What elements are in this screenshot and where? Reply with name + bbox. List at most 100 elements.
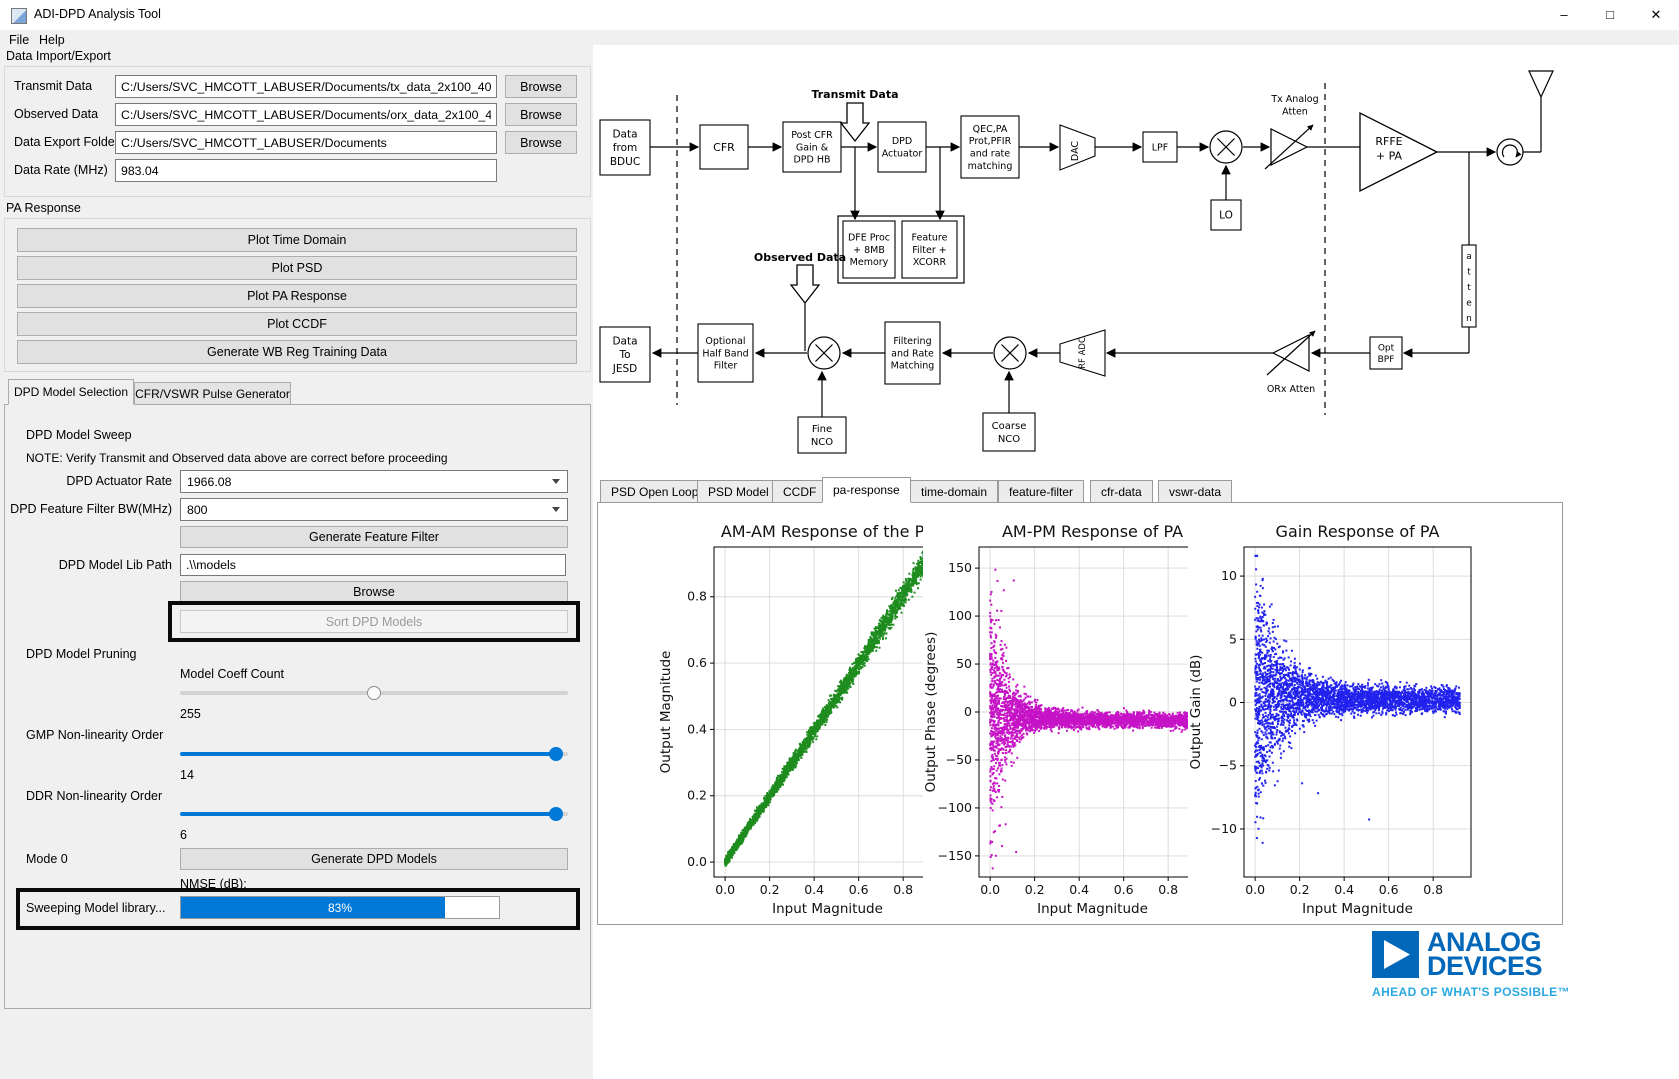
minimize-button[interactable]: – bbox=[1541, 0, 1587, 30]
generate-dpd-models-button[interactable]: Generate DPD Models bbox=[180, 848, 568, 870]
lib-path-browse-button[interactable]: Browse bbox=[180, 581, 568, 603]
tx-atten-amp-icon bbox=[1265, 125, 1313, 169]
tab-ccdf[interactable]: CCDF bbox=[772, 480, 827, 503]
svg-text:RFFE: RFFE bbox=[1375, 135, 1402, 148]
svg-text:Prot,PFIR: Prot,PFIR bbox=[969, 136, 1012, 147]
feature-filter-xcorr-box: FeatureFilter +XCORR bbox=[902, 221, 957, 278]
tab-feature-filter[interactable]: feature-filter bbox=[998, 480, 1084, 503]
tab-psd-open-loop[interactable]: PSD Open Loop bbox=[600, 480, 709, 503]
rffe-pa-label: RFFE+ PA bbox=[1375, 135, 1402, 162]
svg-text:DAC: DAC bbox=[1070, 141, 1081, 161]
transmit-data-input[interactable] bbox=[115, 75, 497, 98]
transmit-browse-button[interactable]: Browse bbox=[505, 75, 577, 98]
ddr-order-slider[interactable] bbox=[180, 806, 568, 822]
data-rate-input[interactable] bbox=[115, 159, 497, 182]
lpf-box: LPF bbox=[1143, 132, 1177, 162]
svg-text:DPD: DPD bbox=[892, 136, 912, 147]
svg-text:Gain &: Gain & bbox=[796, 142, 829, 153]
tab-time-domain[interactable]: time-domain bbox=[910, 480, 998, 503]
slider-thumb[interactable] bbox=[549, 747, 563, 761]
dfe-proc-memory-box: DFE Proc+ 8MBMemory bbox=[843, 221, 895, 278]
post-cfr-gain-dpd-hb-box: Post CFRGain &DPD HB bbox=[783, 122, 841, 172]
tx-analog-atten-label: Tx AnalogAtten bbox=[1270, 94, 1318, 117]
slider-fill bbox=[180, 752, 556, 756]
qec-pa-prot-box: QEC,PAProt,PFIRand ratematching bbox=[961, 116, 1019, 178]
actuator-rate-label: DPD Actuator Rate bbox=[8, 474, 172, 488]
plot-ccdf-button[interactable]: Plot CCDF bbox=[17, 312, 577, 336]
cfr-box: CFR bbox=[700, 125, 748, 169]
tab-psd-model[interactable]: PSD Model bbox=[697, 480, 780, 503]
filtering-rate-matching-box: Filteringand RateMatching bbox=[885, 322, 940, 384]
svg-text:JESD: JESD bbox=[612, 363, 637, 375]
rf-adc-label: RF ADC bbox=[1078, 337, 1088, 369]
dpd-feature-filter-bw-select[interactable]: 800 bbox=[180, 498, 568, 521]
svg-text:a: a bbox=[1466, 252, 1472, 262]
dpd-actuator-rate-select[interactable]: 1966.08 bbox=[180, 470, 568, 493]
dpd-model-sweep-title: DPD Model Sweep bbox=[26, 428, 132, 442]
tab-dpd-model-selection[interactable]: DPD Model Selection bbox=[8, 379, 134, 405]
app-window: ADI-DPD Analysis Tool – □ ✕ File Help Da… bbox=[0, 0, 1679, 1079]
coarse-nco-box: CoarseNCO bbox=[983, 413, 1035, 451]
observed-data-arrow bbox=[791, 265, 819, 303]
transmit-data-arrow bbox=[841, 103, 869, 141]
generate-wb-reg-training-button[interactable]: Generate WB Reg Training Data bbox=[17, 340, 577, 364]
sweep-status-label: Sweeping Model library... bbox=[26, 901, 165, 915]
svg-text:Observed Data: Observed Data bbox=[754, 251, 846, 264]
model-coeff-count-slider[interactable] bbox=[180, 685, 568, 701]
orx-atten-label: ORx Atten bbox=[1267, 384, 1315, 395]
svg-text:Filter: Filter bbox=[714, 361, 738, 372]
svg-text:n: n bbox=[1466, 314, 1472, 324]
export-folder-browse-button[interactable]: Browse bbox=[505, 131, 577, 154]
tab-vswr-data[interactable]: vswr-data bbox=[1158, 480, 1232, 503]
chevron-down-icon bbox=[552, 479, 560, 484]
svg-text:Matching: Matching bbox=[891, 361, 935, 372]
svg-text:Opt: Opt bbox=[1378, 343, 1395, 353]
svg-text:Transmit Data: Transmit Data bbox=[811, 88, 898, 101]
logo-tagline: AHEAD OF WHAT'S POSSIBLE™ bbox=[1372, 985, 1582, 999]
slider-thumb[interactable] bbox=[549, 807, 563, 821]
lo-box: LO bbox=[1211, 200, 1241, 230]
svg-text:Data: Data bbox=[612, 129, 637, 141]
tx-mixer-icon bbox=[1210, 131, 1242, 163]
svg-text:+ PA: + PA bbox=[1376, 149, 1403, 162]
circulator-icon bbox=[1497, 139, 1523, 165]
plot-pa-response-button[interactable]: Plot PA Response bbox=[17, 284, 577, 308]
sort-dpd-models-button[interactable]: Sort DPD Models bbox=[180, 610, 568, 633]
menu-file[interactable]: File bbox=[4, 32, 34, 48]
plot-psd-button[interactable]: Plot PSD bbox=[17, 256, 577, 280]
menu-help[interactable]: Help bbox=[34, 32, 70, 48]
tab-pa-response[interactable]: pa-response bbox=[822, 477, 911, 503]
observed-browse-button[interactable]: Browse bbox=[505, 103, 577, 126]
tab-cfr-data[interactable]: cfr-data bbox=[1090, 480, 1153, 503]
slider-thumb[interactable] bbox=[367, 686, 381, 700]
svg-text:Half Band: Half Band bbox=[702, 348, 748, 359]
tab-cfr-vswr-pulse-generator[interactable]: CFR/VSWR Pulse Generator bbox=[134, 382, 291, 405]
dpd-actuator-box: DPDActuator bbox=[878, 122, 926, 172]
svg-text:from: from bbox=[613, 142, 637, 154]
data-import-caption: Data Import/Export bbox=[6, 49, 111, 63]
slider-fill bbox=[180, 812, 556, 816]
coeff-count-value: 255 bbox=[180, 707, 201, 721]
lib-path-label: DPD Model Lib Path bbox=[8, 558, 172, 572]
observed-data-input[interactable] bbox=[115, 103, 497, 126]
svg-text:Feature: Feature bbox=[912, 232, 948, 243]
close-button[interactable]: ✕ bbox=[1633, 0, 1679, 30]
adi-triangle-icon bbox=[1372, 931, 1419, 978]
svg-text:RF ADC: RF ADC bbox=[1078, 337, 1088, 369]
am-am-response-chart bbox=[658, 521, 948, 919]
maximize-button[interactable]: □ bbox=[1587, 0, 1633, 30]
svg-text:Tx Analog: Tx Analog bbox=[1270, 94, 1318, 105]
svg-text:matching: matching bbox=[968, 161, 1013, 172]
opt-bpf-box: OptBPF bbox=[1370, 337, 1402, 369]
orx-atten-amp-icon bbox=[1267, 331, 1315, 375]
transmit-data-label: Transmit Data bbox=[14, 79, 92, 93]
export-folder-input[interactable] bbox=[115, 131, 497, 154]
data-to-jesd-box: DataToJESD bbox=[600, 327, 650, 382]
dpd-model-pruning-title: DPD Model Pruning bbox=[26, 647, 136, 661]
plot-time-domain-button[interactable]: Plot Time Domain bbox=[17, 228, 577, 252]
export-folder-label: Data Export Folder bbox=[14, 135, 119, 149]
gain-response-chart bbox=[1188, 521, 1478, 919]
gmp-order-slider[interactable] bbox=[180, 746, 568, 762]
generate-feature-filter-button[interactable]: Generate Feature Filter bbox=[180, 526, 568, 548]
model-lib-path-input[interactable] bbox=[180, 554, 566, 576]
